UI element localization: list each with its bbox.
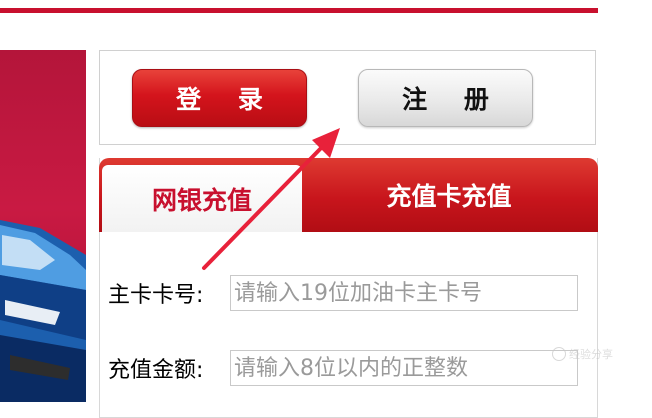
register-button[interactable]: 注 册 [358, 69, 533, 127]
tab-bank-recharge[interactable]: 网银充值 [102, 165, 302, 232]
watermark-text: 经验分享 [569, 348, 613, 361]
login-button[interactable]: 登 录 [132, 69, 307, 127]
amount-label: 充值金额: [108, 358, 204, 383]
recharge-tabs: 网银充值 充值卡充值 [99, 158, 598, 232]
car-image [0, 220, 86, 402]
card-number-label: 主卡卡号: [108, 283, 204, 308]
tab-card-recharge[interactable]: 充值卡充值 [319, 158, 579, 232]
watermark-icon [552, 347, 566, 361]
watermark: 经验分享 [552, 346, 613, 362]
auth-panel: 登 录 注 册 [99, 50, 596, 145]
amount-input[interactable] [230, 350, 578, 386]
card-number-row: 主卡卡号: [108, 275, 578, 311]
promo-banner [0, 50, 86, 402]
card-number-input[interactable] [230, 275, 578, 311]
top-red-line [0, 8, 598, 13]
amount-row: 充值金额: [108, 350, 578, 386]
